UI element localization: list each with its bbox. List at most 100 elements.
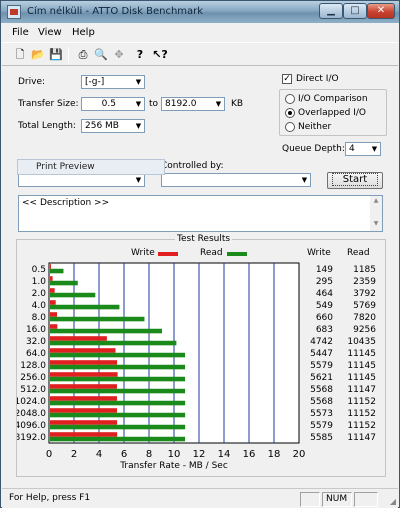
toolbar: 🗋 📂 💾 ⎙ 🔍 ✥ ? ↖? — [2, 42, 398, 66]
read-bar — [50, 316, 145, 322]
queue-depth-select[interactable]: 4 ▼ — [345, 142, 381, 156]
x-tick-label: 16 — [243, 449, 256, 460]
direct-io-checkbox[interactable]: ✓ — [282, 74, 292, 84]
category-label: 4.0 — [32, 301, 47, 311]
controlled-by-select[interactable]: ▼ — [161, 173, 311, 187]
write-value-label: 464 — [316, 289, 333, 299]
overlapped-io-radio[interactable] — [285, 108, 295, 118]
status-help-text: For Help, press F1 — [9, 493, 91, 503]
x-tick-label: 0 — [46, 449, 52, 460]
category-label: 2048.0 — [17, 409, 46, 419]
read-bar — [50, 340, 177, 346]
print-preview-icon[interactable]: 🔍 — [93, 47, 109, 63]
controlled-by-label: Controlled by: — [161, 161, 224, 171]
read-bar — [50, 352, 186, 358]
app-icon[interactable] — [7, 5, 21, 19]
category-label: 128.0 — [20, 361, 46, 371]
write-value-label: 5573 — [310, 409, 333, 419]
neither-radio[interactable] — [285, 122, 295, 132]
read-bar — [50, 328, 162, 334]
x-axis-label: Transfer Rate - MB / Sec — [119, 461, 228, 471]
save-icon[interactable]: 💾 — [48, 47, 64, 63]
write-column-header: Write — [307, 248, 331, 258]
open-folder-icon[interactable]: 📂 — [30, 47, 46, 63]
transfer-rate-chart: 0 2 4 6 8 10 12 14 16 18 20 Transfer Rate - MB / Se… — [17, 262, 376, 471]
pattern-select[interactable]: ▼ — [18, 173, 145, 187]
drive-label: Drive: — [18, 77, 46, 87]
maximize-button[interactable]: □ — [343, 3, 367, 19]
category-label: 256.0 — [20, 373, 46, 383]
x-tick-label: 14 — [218, 449, 231, 460]
category-label: 16.0 — [26, 325, 46, 335]
status-num: NUM — [322, 492, 352, 507]
x-tick-label: 2 — [71, 449, 77, 460]
new-file-icon[interactable]: 🗋 — [12, 47, 28, 63]
total-length-label: Total Length: — [18, 121, 76, 131]
total-length-value: 256 MB — [85, 121, 119, 131]
read-value-label: 11152 — [347, 397, 376, 407]
read-bar — [50, 388, 186, 394]
write-value-label: 5568 — [310, 397, 333, 407]
app-window: Cím nélküli - ATTO Disk Benchmark ▁ □ ✕ … — [0, 0, 400, 508]
read-value-label: 9256 — [353, 325, 376, 335]
print-icon[interactable]: ⎙ — [75, 47, 91, 63]
read-bar — [50, 304, 120, 310]
resize-grip-icon[interactable]: ◢ — [390, 497, 396, 506]
x-tick-label: 18 — [268, 449, 281, 460]
write-value-label: 5585 — [310, 433, 333, 443]
drive-value: [-g-] — [85, 77, 105, 87]
description-scrollbar[interactable]: ▲ ▼ — [370, 196, 382, 231]
chevron-down-icon: ▼ — [132, 76, 144, 88]
chevron-down-icon: ▼ — [132, 174, 144, 186]
menu-file[interactable]: File — [12, 27, 29, 38]
transfer-from-select[interactable]: 0.5 ▼ — [81, 97, 145, 111]
io-comparison-label: I/O Comparison — [298, 94, 368, 104]
write-value-label: 5621 — [310, 373, 333, 383]
status-pane-1 — [300, 492, 320, 507]
write-value-label: 683 — [316, 325, 333, 335]
write-bar — [50, 300, 56, 305]
close-button[interactable]: ✕ — [367, 3, 395, 19]
drive-select[interactable]: [-g-] ▼ — [81, 75, 145, 89]
io-comparison-radio[interactable] — [285, 94, 295, 104]
read-legend-swatch — [227, 252, 247, 256]
write-bar — [50, 360, 118, 365]
start-label: Start — [331, 173, 379, 186]
description-field[interactable]: << Description >> ▲ ▼ — [18, 195, 383, 232]
title-bar[interactable]: Cím nélküli - ATTO Disk Benchmark ▁ □ ✕ — [1, 1, 399, 23]
context-help-icon[interactable]: ↖? — [152, 47, 168, 63]
help-icon[interactable]: ? — [132, 47, 148, 63]
start-button[interactable]: Start — [327, 172, 383, 189]
to-label: to — [149, 99, 159, 109]
transfer-to-select[interactable]: 8192.0 ▼ — [161, 97, 225, 111]
chevron-down-icon: ▼ — [132, 120, 144, 132]
read-bar — [50, 436, 186, 442]
write-bar — [50, 348, 116, 353]
read-legend-label: Read — [200, 248, 223, 258]
transfer-size-label: Transfer Size: — [18, 99, 79, 109]
category-label: 512.0 — [20, 385, 46, 395]
minimize-button[interactable]: ▁ — [319, 3, 343, 19]
queue-depth-value: 4 — [349, 144, 355, 154]
category-label: 64.0 — [26, 349, 46, 359]
neither-label: Neither — [298, 122, 332, 132]
move-icon[interactable]: ✥ — [111, 47, 127, 63]
x-tick-label: 12 — [193, 449, 206, 460]
read-bar — [50, 376, 186, 382]
write-bar — [50, 396, 117, 401]
direct-io-label: Direct I/O — [296, 74, 339, 84]
read-value-label: 5769 — [353, 301, 376, 311]
read-bar — [50, 268, 64, 274]
total-length-select[interactable]: 256 MB ▼ — [81, 119, 145, 133]
category-label: 1.0 — [32, 277, 47, 287]
write-bar — [50, 288, 55, 293]
write-value-label: 5579 — [310, 421, 333, 431]
menu-view[interactable]: View — [38, 27, 62, 38]
write-value-label: 5579 — [310, 361, 333, 371]
category-label: 8.0 — [32, 313, 47, 323]
write-bar — [50, 312, 58, 317]
write-value-label: 5447 — [310, 349, 333, 359]
menu-help[interactable]: Help — [72, 27, 95, 38]
write-bar — [50, 420, 118, 425]
chevron-down-icon: ▼ — [298, 174, 310, 186]
